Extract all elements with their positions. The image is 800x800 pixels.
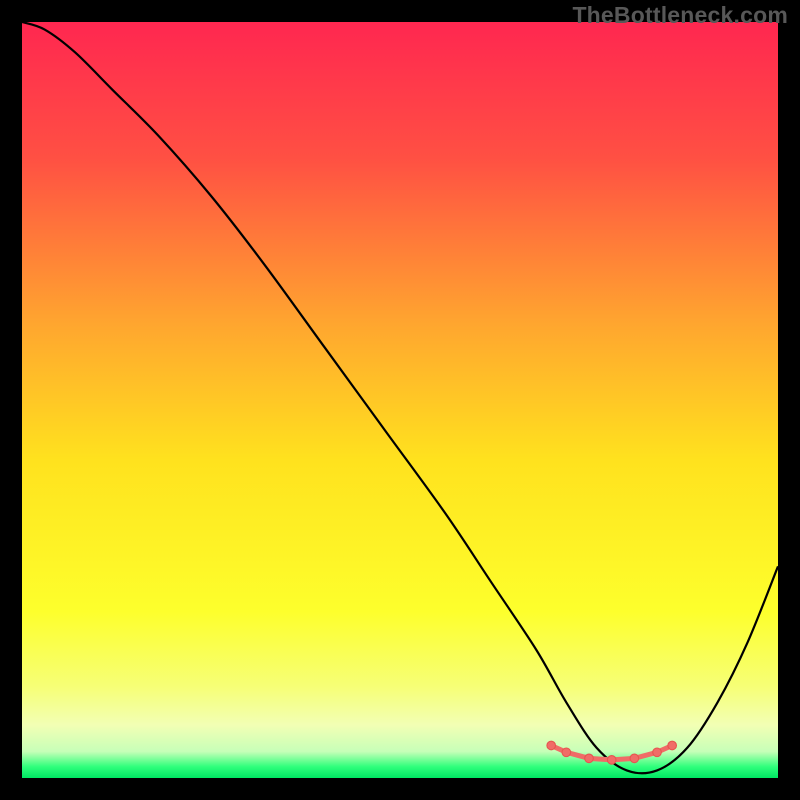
trough-dot: [653, 748, 662, 757]
trough-dot: [562, 748, 571, 757]
trough-dot: [668, 741, 677, 750]
trough-dot: [585, 754, 594, 763]
trough-dot: [607, 756, 616, 765]
trough-dot: [630, 754, 639, 763]
watermark-text: TheBottleneck.com: [572, 2, 788, 29]
chart-svg: [22, 22, 778, 778]
plot-background: [22, 22, 778, 778]
trough-dot: [547, 741, 556, 750]
chart-container: TheBottleneck.com: [0, 0, 800, 800]
